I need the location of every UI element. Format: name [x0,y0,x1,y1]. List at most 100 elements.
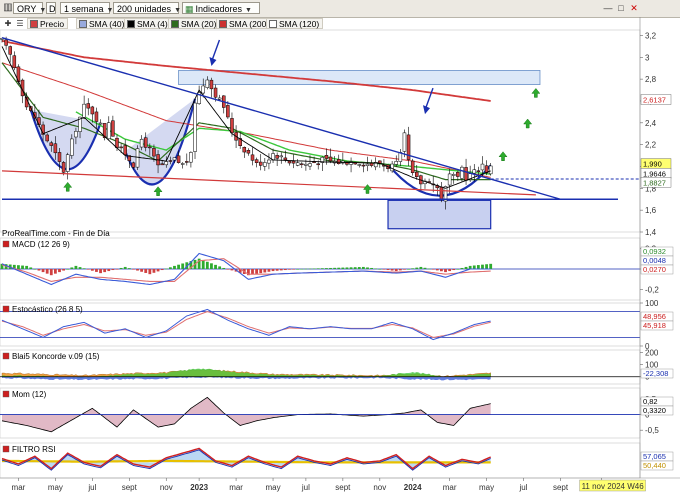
rsi-badge: 50,440 [643,461,666,470]
macd-hist-bar [214,264,217,269]
macd-hist-bar [255,269,259,274]
macd-hist-bar [279,269,283,271]
x-tick-label: mar [12,483,26,492]
macd-hist-bar [320,268,324,269]
candle-body [107,122,111,140]
candle-body [111,120,115,137]
candle-body [143,137,148,148]
macd-hist-bar [419,266,423,269]
current-price-badge: 1,990 [643,160,662,169]
macd-hist-bar [431,269,435,270]
candle-body [291,160,296,164]
macd-hist-bar [70,267,74,269]
macd-hist-bar [456,269,460,270]
candle-body [152,148,156,157]
stoch-badge: 45,918 [643,321,666,330]
macd-hist-bar [423,267,427,269]
candle-body [226,105,230,118]
momentum-badge: 0,82 [643,397,658,406]
x-tick-label: jul [519,483,528,492]
macd-badge: 0,0932 [643,247,666,256]
stoch-title-swatch [2,305,10,313]
koncorde-title-swatch [2,352,10,360]
macd-hist-bar [140,269,144,272]
candle-body [90,106,95,115]
sma4-badge: 1,9646 [643,169,666,178]
candle-body [217,97,222,100]
macd-hist-bar [115,269,119,270]
x-tick-label: may [479,483,494,492]
macd-hist-bar [123,266,127,269]
candle-body [8,46,12,55]
macd-hist-bar [136,269,139,271]
candle-body [98,122,103,125]
candle-body [390,163,394,172]
candle-body [328,156,333,162]
bottom-box [387,199,492,230]
momentum-badge: 0,3320 [643,406,666,415]
candle-body [308,163,312,167]
macd-hist-bar [25,265,29,269]
macd-hist-bar [415,267,419,269]
candle-body [300,163,304,166]
macd-title: MACD (12 26 9) [12,240,70,249]
macd-hist-bar [95,269,98,272]
candle-body [258,161,263,166]
macd-hist-bar [33,269,37,270]
macd-hist-bar [308,268,312,270]
x-tick-label: may [48,483,63,492]
candle-body [287,160,292,164]
macd-hist-bar [45,269,49,274]
macd-hist-bar [337,267,341,269]
candle-body [357,164,362,166]
macd-hist-bar [304,268,308,270]
macd-hist-bar [21,265,24,269]
candle-body [279,155,284,158]
candle-body [464,167,468,181]
rsi-title-swatch [2,445,10,453]
candle-body [267,159,271,164]
macd-hist-bar [460,267,464,269]
macd-hist-bar [476,265,480,269]
price-ytick-label: 1,4 [645,228,657,237]
stoch-tick-label: 100 [645,299,659,308]
candle-body [472,169,477,174]
price-ytick-label: 3 [645,53,650,62]
candle-body [160,163,164,166]
macd-hist-bar [156,269,160,272]
price-ytick-label: 2,2 [645,141,657,150]
macd-hist-bar [201,260,205,269]
candle-body [4,39,8,46]
candle-body [139,139,144,148]
candle-body [213,87,218,98]
candle-body [189,152,193,163]
macd-hist-bar [53,269,57,274]
candle-body [410,160,415,173]
macd-hist-bar [37,269,41,271]
candle-body [205,79,210,88]
x-tick-label: sept [553,483,569,492]
macd-title-swatch [2,240,10,248]
candle-body [172,157,177,161]
candle-body [460,166,464,179]
macd-hist-bar [394,269,398,272]
macd-hist-bar [210,263,213,269]
candle-body [74,131,78,138]
momentum-title: Mom (12) [12,390,47,399]
macd-hist-bar [29,267,33,269]
x-tick-label: 2024 [404,483,422,492]
macd-badge: 0,0048 [643,256,666,265]
momentum-tick-label: -0,5 [645,426,659,435]
price-ytick-label: 2,8 [645,75,657,84]
candle-body [447,173,452,186]
macd-hist-bar [435,269,439,271]
macd-hist-bar [333,267,337,269]
macd-hist-bar [205,261,209,269]
candle-body [275,155,279,159]
candle-body [316,163,320,166]
momentum-title-swatch [2,390,10,398]
candle-body [135,148,140,168]
macd-hist-bar [66,269,70,270]
macd-hist-bar [173,265,176,269]
x-tick-label: mar [229,483,243,492]
